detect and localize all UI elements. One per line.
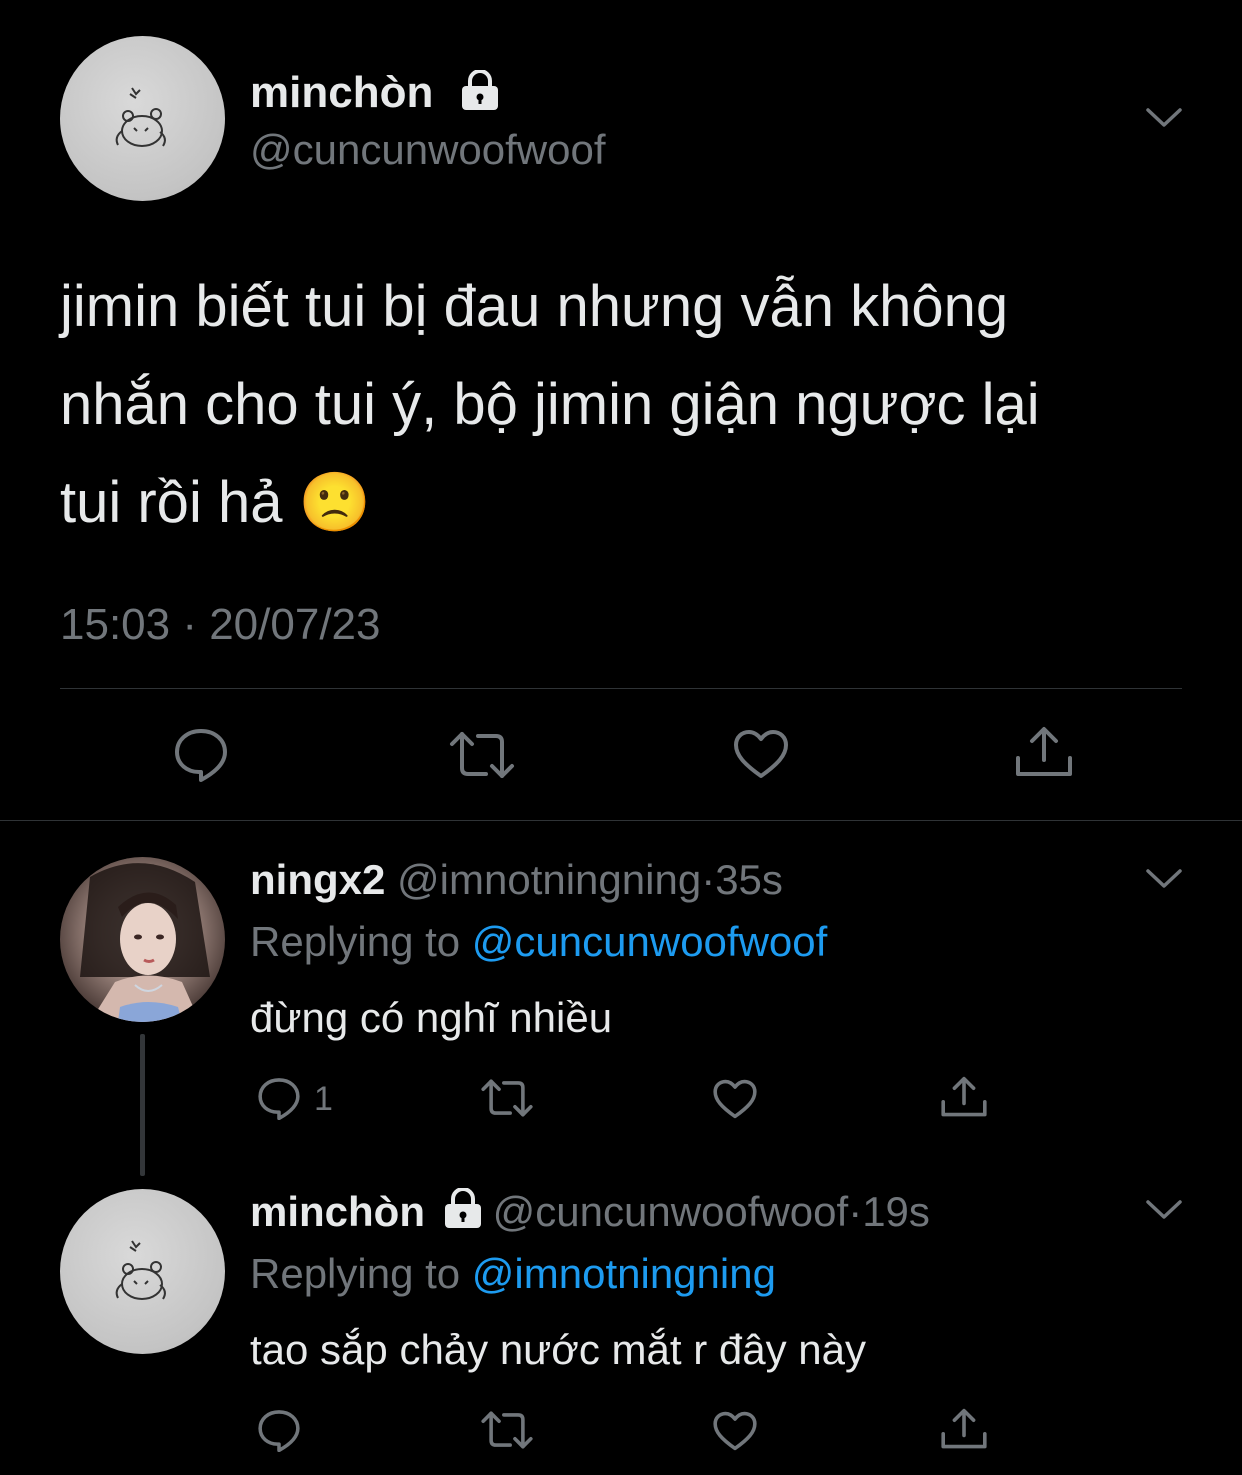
- divider: [0, 820, 1242, 821]
- chevron-down-icon[interactable]: [1142, 104, 1186, 132]
- reply-header: minchòn @cuncunwoofwoof·19s: [250, 1188, 930, 1236]
- divider: [60, 688, 1182, 689]
- reply-text: tao sắp chảy nước mắt r đây này: [250, 1326, 866, 1373]
- share-icon[interactable]: [940, 1074, 988, 1120]
- replying-to-label: Replying to: [250, 918, 472, 965]
- relative-time[interactable]: 19s: [862, 1188, 930, 1235]
- retweet-icon[interactable]: [448, 730, 516, 780]
- retweet-icon[interactable]: [480, 1410, 534, 1450]
- portrait-icon: [80, 863, 210, 1022]
- handle[interactable]: @cuncunwoofwoof: [250, 126, 606, 174]
- replying-to: Replying to @cuncunwoofwoof: [250, 918, 827, 966]
- separator-dot: ·: [848, 1188, 863, 1235]
- reply-icon[interactable]: [172, 726, 230, 782]
- tweet-text-line: jimin biết tui bị đau nhưng vẫn không: [60, 274, 1009, 339]
- tweet-text-line: tui rồi hả 🙁: [60, 470, 371, 535]
- share-icon[interactable]: [1014, 724, 1074, 780]
- chevron-down-icon[interactable]: [1142, 865, 1186, 893]
- separator-dot: ·: [701, 856, 716, 903]
- display-name[interactable]: minchòn: [250, 68, 433, 118]
- mention-link[interactable]: @cuncunwoofwoof: [472, 918, 828, 965]
- retweet-icon[interactable]: [480, 1078, 534, 1118]
- like-icon[interactable]: [712, 1410, 758, 1452]
- lock-icon: [441, 1188, 485, 1230]
- reply-icon[interactable]: [256, 1076, 302, 1120]
- bear-doodle-icon: [115, 1240, 166, 1300]
- relative-time[interactable]: 35s: [715, 856, 783, 903]
- replying-to-label: Replying to: [250, 1250, 472, 1297]
- tweet-text: jimin biết tui bị đau nhưng vẫn không nh…: [60, 258, 1040, 552]
- avatar-ningx2[interactable]: [60, 857, 225, 1022]
- handle[interactable]: @imnotningning: [397, 856, 701, 903]
- reply-header: ningx2 @imnotningning·35s: [250, 856, 783, 904]
- reply-icon[interactable]: [256, 1408, 302, 1452]
- mention-link[interactable]: @imnotningning: [472, 1250, 776, 1297]
- avatar-minchon[interactable]: [60, 36, 225, 201]
- display-name[interactable]: minchòn: [250, 1188, 425, 1235]
- tweet-text-line: nhắn cho tui ý, bộ jimin giận ngược lại: [60, 372, 1040, 437]
- chevron-down-icon[interactable]: [1142, 1196, 1186, 1224]
- like-icon[interactable]: [712, 1078, 758, 1120]
- handle[interactable]: @cuncunwoofwoof: [493, 1188, 849, 1235]
- thread-line: [140, 1034, 145, 1176]
- share-icon[interactable]: [940, 1406, 988, 1452]
- timestamp[interactable]: 15:03 · 20/07/23: [60, 600, 380, 650]
- like-icon[interactable]: [732, 728, 790, 780]
- reply-text: đừng có nghĩ nhiều: [250, 994, 613, 1041]
- avatar-minchon[interactable]: [60, 1189, 225, 1354]
- reply-count: 1: [314, 1080, 333, 1118]
- bear-doodle-icon: [115, 87, 166, 147]
- replying-to: Replying to @imnotningning: [250, 1250, 776, 1298]
- display-name[interactable]: ningx2: [250, 856, 385, 903]
- lock-icon: [458, 70, 502, 112]
